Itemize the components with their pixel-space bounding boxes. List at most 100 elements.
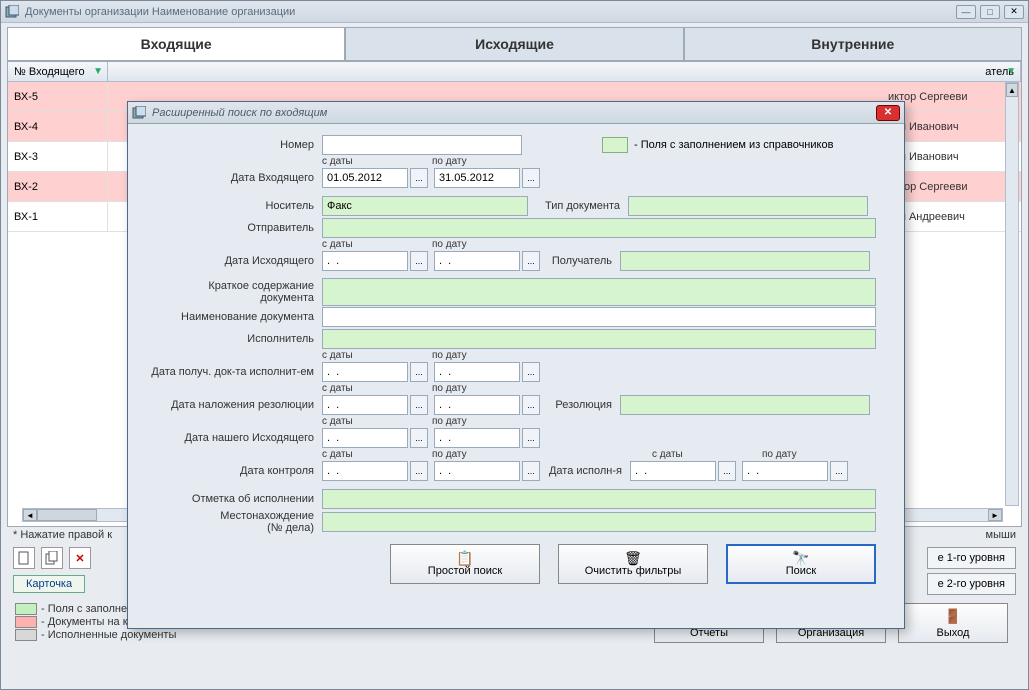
level1-button[interactable]: е 1-го уровня <box>927 547 1016 569</box>
new-doc-icon[interactable] <box>13 547 35 569</box>
exec-from[interactable] <box>630 461 716 481</box>
date-picker-button[interactable]: ... <box>410 362 428 382</box>
level2-button[interactable]: е 2-го уровня <box>927 573 1016 595</box>
col-rest[interactable]: атель▼ <box>108 62 1021 82</box>
copy-icon[interactable] <box>41 547 63 569</box>
search-dialog: Расширенный поиск по входящим ✕ Номер - … <box>127 101 905 629</box>
label-recipient: Получатель <box>540 255 620 267</box>
label-exec-date: Дата исполн-я <box>540 465 630 477</box>
legend-green-swatch <box>15 603 37 615</box>
delete-icon[interactable]: ✕ <box>69 547 91 569</box>
tabs: Входящие Исходящие Внутренние <box>7 27 1022 62</box>
dialog-buttons: 📋Простой поиск 🗑Очистить фильтры 🔭Поиск <box>142 534 890 584</box>
label-exec-mark: Отметка об исполнении <box>142 493 322 505</box>
resolution-input[interactable] <box>620 395 870 415</box>
our-out-to[interactable] <box>434 428 520 448</box>
date-picker-button[interactable]: ... <box>522 362 540 382</box>
list-icon: 📋 <box>456 551 473 565</box>
minimize-button[interactable]: — <box>956 5 976 19</box>
date-picker-button[interactable]: ... <box>522 395 540 415</box>
scroll-right[interactable]: ► <box>988 509 1002 521</box>
exec-to[interactable] <box>742 461 828 481</box>
table-header: № Входящего▼ атель▼ <box>8 62 1021 82</box>
label-outgoing-date: Дата Исходящего <box>142 255 322 267</box>
number-input[interactable] <box>322 135 522 155</box>
location-input[interactable] <box>322 512 876 532</box>
date-picker-button[interactable]: ... <box>410 251 428 271</box>
label-resolution: Резолюция <box>540 399 620 411</box>
executor-input[interactable] <box>322 329 876 349</box>
label-location: Местонахождение (№ дела) <box>142 510 322 534</box>
label-control-date: Дата контроля <box>142 465 322 477</box>
clear-filters-button[interactable]: 🗑Очистить фильтры <box>558 544 708 584</box>
label-doc-name: Наименование документа <box>142 311 322 323</box>
date-picker-button[interactable]: ... <box>830 461 848 481</box>
dialog-close-button[interactable]: ✕ <box>876 105 900 121</box>
green-hint: - Поля с заполнением из справочников <box>602 137 833 153</box>
label-our-outgoing-date: Дата нашего Исходящего <box>142 432 322 444</box>
simple-search-button[interactable]: 📋Простой поиск <box>390 544 540 584</box>
carrier-input[interactable] <box>322 196 528 216</box>
dialog-title: Расширенный поиск по входящим <box>152 107 876 119</box>
date-picker-button[interactable]: ... <box>522 168 540 188</box>
green-swatch-icon <box>602 137 628 153</box>
label-carrier: Носитель <box>142 200 322 212</box>
app-window: Документы организации Наименование орган… <box>0 0 1029 690</box>
scroll-left[interactable]: ◄ <box>23 509 37 521</box>
date-picker-button[interactable]: ... <box>410 395 428 415</box>
date-picker-button[interactable]: ... <box>410 461 428 481</box>
date-picker-button[interactable]: ... <box>718 461 736 481</box>
scroll-thumb[interactable] <box>37 509 97 521</box>
label-doc-type: Тип документа <box>528 200 628 212</box>
legend-gray-swatch <box>15 629 37 641</box>
dialog-titlebar: Расширенный поиск по входящим ✕ <box>128 102 904 124</box>
control-to[interactable] <box>434 461 520 481</box>
exec-recv-from[interactable] <box>322 362 408 382</box>
close-button[interactable]: ✕ <box>1004 5 1024 19</box>
window-controls: — □ ✕ <box>956 5 1024 19</box>
exit-button[interactable]: 🚪Выход <box>898 603 1008 643</box>
doc-name-input[interactable] <box>322 307 876 327</box>
date-picker-button[interactable]: ... <box>522 428 540 448</box>
incoming-from-date[interactable] <box>322 168 408 188</box>
search-button[interactable]: 🔭Поиск <box>726 544 876 584</box>
dialog-body: Номер - Поля с заполнением из справочник… <box>128 124 904 594</box>
date-picker-button[interactable]: ... <box>410 428 428 448</box>
v-scrollbar[interactable]: ▲ <box>1005 82 1019 506</box>
titlebar: Документы организации Наименование орган… <box>1 1 1028 23</box>
sender-input[interactable] <box>322 218 876 238</box>
incoming-to-date[interactable] <box>434 168 520 188</box>
summary-input[interactable] <box>322 278 876 306</box>
recipient-input[interactable] <box>620 251 870 271</box>
tab-internal[interactable]: Внутренние <box>684 27 1022 60</box>
our-out-from[interactable] <box>322 428 408 448</box>
tab-outgoing[interactable]: Исходящие <box>345 27 683 60</box>
label-executor: Исполнитель <box>142 333 322 345</box>
maximize-button[interactable]: □ <box>980 5 1000 19</box>
outgoing-to-date[interactable] <box>434 251 520 271</box>
binoculars-icon: 🔭 <box>792 551 809 565</box>
label-number: Номер <box>142 139 322 151</box>
exec-mark-input[interactable] <box>322 489 876 509</box>
clear-icon: 🗑 <box>624 551 642 565</box>
date-picker-button[interactable]: ... <box>522 461 540 481</box>
label-incoming-date: Дата Входящего <box>142 172 322 184</box>
dialog-icon <box>132 106 146 120</box>
date-picker-button[interactable]: ... <box>410 168 428 188</box>
date-picker-button[interactable]: ... <box>522 251 540 271</box>
label-summary: Краткое содержание документа <box>142 280 322 304</box>
tab-incoming[interactable]: Входящие <box>7 27 345 60</box>
label-resolution-date: Дата наложения резолюции <box>142 399 322 411</box>
label-sender: Отправитель <box>142 222 322 234</box>
card-button[interactable]: Карточка <box>13 575 85 593</box>
resolution-to[interactable] <box>434 395 520 415</box>
outgoing-from-date[interactable] <box>322 251 408 271</box>
scroll-up[interactable]: ▲ <box>1006 83 1018 97</box>
col-number[interactable]: № Входящего▼ <box>8 62 108 82</box>
window-title: Документы организации Наименование орган… <box>25 6 956 18</box>
control-from[interactable] <box>322 461 408 481</box>
doc-type-input[interactable] <box>628 196 868 216</box>
exec-recv-to[interactable] <box>434 362 520 382</box>
resolution-from[interactable] <box>322 395 408 415</box>
exit-icon: 🚪 <box>944 608 961 625</box>
